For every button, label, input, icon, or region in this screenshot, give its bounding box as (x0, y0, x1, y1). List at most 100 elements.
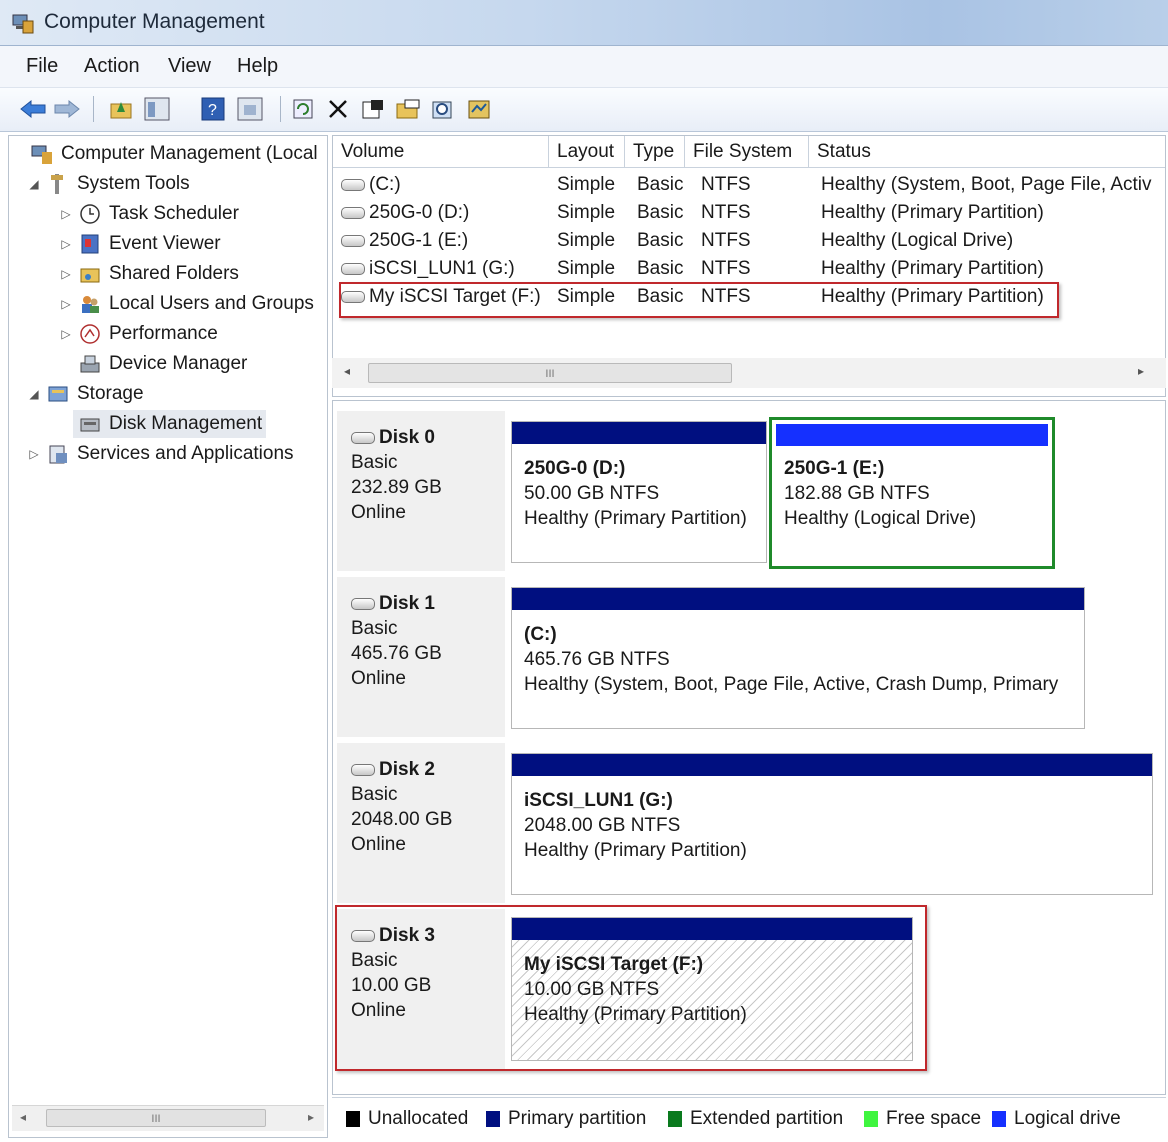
disk-management-icon (79, 413, 101, 435)
column-header-volume[interactable]: Volume (333, 136, 549, 168)
delete-icon[interactable] (323, 94, 353, 124)
volume-icon (341, 178, 365, 191)
tree-disk-management[interactable]: Disk Management (73, 410, 267, 438)
column-header-file-system[interactable]: File System (685, 136, 809, 168)
tree-horizontal-scrollbar[interactable]: ◂ III ▸ (12, 1105, 324, 1131)
menu-bar: File Action View Help (0, 46, 1168, 88)
help-icon[interactable]: ? (198, 94, 228, 124)
cell-file-system: NTFS (701, 174, 751, 195)
legend-swatch (864, 1111, 878, 1127)
cell-layout: Simple (557, 230, 616, 251)
navigation-tree: Computer Management (Local ◢ System Tool… (8, 135, 328, 1138)
disk-icon (351, 431, 375, 444)
cell-type: Basic (637, 174, 684, 195)
tree-services-applications[interactable]: ▷ Services and Applications (27, 440, 293, 468)
partition-d[interactable]: 250G-0 (D:) 50.00 GB NTFS Healthy (Primary… (511, 421, 767, 563)
disk-1-label[interactable]: Disk 1 Basic 465.76 GB Online (337, 577, 505, 737)
back-arrow-icon[interactable] (18, 94, 48, 124)
menu-view[interactable]: View (168, 55, 211, 78)
tree-shared-folders[interactable]: ▷ Shared Folders (59, 260, 239, 288)
expand-arrow-icon[interactable]: ▷ (59, 327, 73, 341)
tree-event-viewer[interactable]: ▷ Event Viewer (59, 230, 220, 258)
volume-icon (341, 262, 365, 275)
legend-extended: Extended partition (668, 1108, 843, 1130)
tools-icon (47, 173, 69, 195)
table-row[interactable]: 250G-1 (E:) (341, 230, 468, 252)
column-header-type[interactable]: Type (625, 136, 685, 168)
expand-arrow-icon[interactable]: ▷ (59, 207, 73, 221)
properties-icon[interactable] (358, 94, 388, 124)
volume-icon (341, 234, 365, 247)
disk-properties-icon[interactable] (464, 94, 494, 124)
volume-horizontal-scrollbar[interactable]: ◂ III ▸ (332, 358, 1166, 388)
column-header-status[interactable]: Status (809, 136, 1165, 168)
window-title: Computer Management (44, 10, 265, 33)
open-icon[interactable] (393, 94, 423, 124)
expand-arrow-icon[interactable]: ▷ (59, 297, 73, 311)
scroll-thumb[interactable]: III (368, 363, 732, 383)
event-viewer-icon (79, 233, 101, 255)
table-row[interactable]: 250G-0 (D:) (341, 202, 469, 224)
column-header-layout[interactable]: Layout (549, 136, 625, 168)
tree-local-users[interactable]: ▷ Local Users and Groups (59, 290, 314, 318)
table-row[interactable]: (C:) (341, 174, 401, 196)
menu-file[interactable]: File (26, 55, 58, 78)
expand-arrow-icon[interactable]: ▷ (59, 237, 73, 251)
shared-folder-icon (79, 263, 101, 285)
tree-storage[interactable]: ◢ Storage (27, 380, 143, 408)
tree-device-manager[interactable]: Device Manager (73, 350, 247, 378)
collapse-arrow-icon[interactable]: ◢ (27, 177, 41, 191)
clock-icon (79, 203, 101, 225)
disk-2-label[interactable]: Disk 2 Basic 2048.00 GB Online (337, 743, 505, 903)
search-icon[interactable] (428, 94, 458, 124)
tree-performance[interactable]: ▷ Performance (59, 320, 217, 348)
legend-primary: Primary partition (486, 1108, 646, 1130)
computer-icon (31, 143, 53, 165)
scroll-right-icon[interactable]: ▸ (1138, 364, 1144, 378)
primary-partition-bar (512, 588, 1084, 610)
up-folder-icon[interactable] (106, 94, 136, 124)
cell-file-system: NTFS (701, 258, 751, 279)
scroll-right-icon[interactable]: ▸ (308, 1110, 314, 1124)
legend: Unallocated Primary partition Extended p… (332, 1097, 1166, 1139)
table-row[interactable]: iSCSI_LUN1 (G:) (341, 258, 515, 280)
cell-type: Basic (637, 258, 684, 279)
expand-arrow-icon[interactable]: ▷ (59, 267, 73, 281)
partition-g[interactable]: iSCSI_LUN1 (G:) 2048.00 GB NTFS Healthy (P… (511, 753, 1153, 895)
disk-0-label[interactable]: Disk 0 Basic 232.89 GB Online (337, 411, 505, 571)
refresh-icon[interactable] (288, 94, 318, 124)
scroll-left-icon[interactable]: ◂ (20, 1110, 26, 1124)
console-icon[interactable] (235, 94, 265, 124)
legend-swatch (992, 1111, 1006, 1127)
performance-icon (79, 323, 101, 345)
menu-action[interactable]: Action (84, 55, 140, 78)
cell-status: Healthy (Primary Partition) (821, 202, 1044, 223)
device-manager-icon (79, 353, 101, 375)
show-hide-tree-icon[interactable] (142, 94, 172, 124)
cell-file-system: NTFS (701, 230, 751, 251)
scroll-thumb[interactable]: III (46, 1109, 266, 1127)
legend-swatch (346, 1111, 360, 1127)
tree-system-tools[interactable]: ◢ System Tools (27, 170, 190, 198)
partition-e[interactable]: 250G-1 (E:) 182.88 GB NTFS Healthy (Logica… (769, 417, 1055, 569)
expand-arrow-icon[interactable]: ▷ (27, 447, 41, 461)
highlight-box-disk-3 (335, 905, 927, 1071)
legend-logical: Logical drive (992, 1108, 1121, 1130)
scroll-left-icon[interactable]: ◂ (344, 364, 350, 378)
tree-task-scheduler[interactable]: ▷ Task Scheduler (59, 200, 239, 228)
cell-status: Healthy (Logical Drive) (821, 230, 1014, 251)
forward-arrow-icon[interactable] (52, 94, 82, 124)
menu-help[interactable]: Help (237, 55, 278, 78)
highlight-box-volume-row (339, 282, 1059, 318)
partition-c[interactable]: (C:) 465.76 GB NTFS Healthy (System, Boot,… (511, 587, 1085, 729)
cell-layout: Simple (557, 174, 616, 195)
volume-icon (341, 206, 365, 219)
storage-icon (47, 383, 69, 405)
tree-root[interactable]: Computer Management (Local (11, 140, 318, 168)
collapse-arrow-icon[interactable]: ◢ (27, 387, 41, 401)
services-icon (47, 443, 69, 465)
cell-status: Healthy (Primary Partition) (821, 258, 1044, 279)
logical-drive-bar (776, 424, 1048, 446)
primary-partition-bar (512, 422, 766, 444)
cell-type: Basic (637, 230, 684, 251)
